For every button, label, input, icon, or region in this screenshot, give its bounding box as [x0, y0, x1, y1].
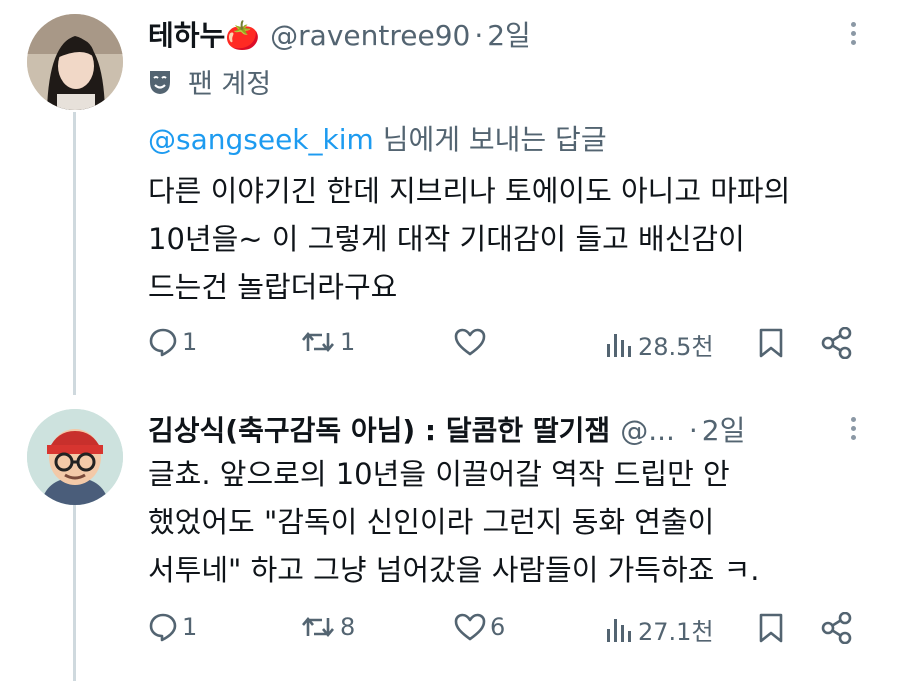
share-icon [821, 612, 852, 644]
view-count: 28.5천 [638, 333, 714, 361]
tweet-text-line: 글쵸. 앞으로의 10년을 이끌어갈 역작 드립만 안 [148, 457, 730, 491]
thread-line-upper [73, 112, 76, 395]
analytics-bar-icon [607, 333, 631, 357]
timestamp[interactable]: 2일 [702, 409, 746, 449]
like-button[interactable]: 6 [454, 612, 505, 642]
tweet-header: 테하누🍅 @raventree90 · 2일 [148, 14, 531, 54]
repost-icon [302, 616, 334, 638]
tweet-actions: 1 8 6 27.1천 [148, 612, 858, 652]
tweet-actions: 1 1 28.5천 [148, 327, 858, 367]
views-button[interactable]: 28.5천 [604, 327, 714, 362]
replying-to: @sangseek_kim 님에게 보내는 답글 [148, 118, 607, 158]
tweet-text-line: 서투네" 하고 그냥 넘어갔을 사람들이 가득하죠 ㅋ. [148, 553, 760, 587]
separator-dot: · [474, 19, 484, 52]
user-handle[interactable]: @raventree90 [270, 19, 470, 52]
tweet-text-line: 했었어도 "감독이 신인이라 그런지 동화 연출이 [148, 505, 715, 539]
avatar-photo-icon [27, 14, 123, 110]
share-button[interactable] [820, 327, 854, 359]
reply-bubble-icon [149, 328, 177, 357]
repost-count: 1 [340, 328, 356, 356]
reply-button[interactable]: 1 [148, 327, 197, 357]
thread-line-lower [73, 505, 76, 681]
reply-suffix: 님에게 보내는 답글 [373, 123, 607, 156]
fan-account-label: 팬 계정 [188, 69, 272, 100]
heart-icon [454, 613, 486, 641]
heart-icon [454, 328, 486, 356]
theater-mask-icon [150, 70, 170, 94]
cartoon-avatar-icon [27, 409, 123, 505]
reply-button[interactable]: 1 [148, 612, 197, 642]
reply-mention-link[interactable]: @sangseek_kim [148, 123, 374, 156]
tweet-text: 다른 이야기긴 한데 지브리나 토에이도 아니고 마파의 10년을~ 이 그렇게… [148, 167, 790, 311]
reply-bubble-icon [149, 613, 177, 642]
views-button[interactable]: 27.1천 [604, 612, 714, 647]
like-count: 6 [490, 613, 506, 641]
display-name[interactable]: 김상식(축구감독 아님) : 달콤한 딸기잼 [148, 409, 610, 449]
share-button[interactable] [820, 612, 854, 644]
tweet-text-line: 10년을~ 이 그렇게 대작 기대감이 들고 배신감이 [148, 222, 745, 256]
reply-count: 1 [182, 328, 198, 356]
repost-count: 8 [340, 613, 356, 641]
repost-button[interactable]: 8 [300, 612, 355, 642]
tweet-header: 김상식(축구감독 아님) : 달콤한 딸기잼 @... · 2일 [148, 409, 745, 449]
bookmark-icon [759, 613, 783, 643]
share-icon [821, 327, 852, 359]
more-options-icon[interactable] [849, 22, 857, 49]
bookmark-icon [759, 328, 783, 358]
display-name[interactable]: 테하누🍅 [148, 14, 260, 54]
view-count: 27.1천 [638, 618, 714, 646]
timestamp[interactable]: 2일 [487, 14, 531, 54]
user-handle[interactable]: @... [620, 414, 675, 447]
like-button[interactable] [454, 327, 490, 357]
tweet-text: 글쵸. 앞으로의 10년을 이끌어갈 역작 드립만 안 했었어도 "감독이 신인… [148, 450, 759, 594]
reply-count: 1 [182, 613, 198, 641]
avatar[interactable] [27, 409, 123, 505]
bookmark-button[interactable] [758, 612, 784, 644]
repost-icon [302, 331, 334, 353]
repost-button[interactable]: 1 [300, 327, 355, 357]
analytics-bar-icon [607, 618, 631, 642]
tweet-text-line: 드는건 놀랍더라구요 [148, 270, 398, 304]
bookmark-button[interactable] [758, 327, 784, 359]
avatar[interactable] [27, 14, 123, 110]
fan-account-badge: 팬 계정 [148, 62, 271, 101]
more-options-icon[interactable] [849, 417, 857, 444]
tweet-text-line: 다른 이야기긴 한데 지브리나 토에이도 아니고 마파의 [148, 174, 791, 208]
separator-dot: · [688, 414, 698, 447]
